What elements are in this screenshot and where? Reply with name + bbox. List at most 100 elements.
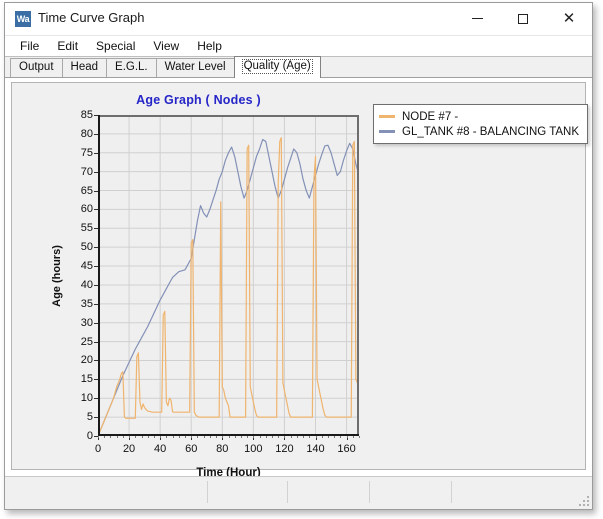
plot-right-border bbox=[357, 115, 359, 436]
minimize-button[interactable] bbox=[454, 3, 500, 34]
tab-egl-label: E.G.L. bbox=[115, 61, 148, 73]
menu-item-view[interactable]: View bbox=[144, 38, 188, 54]
y-tick-label: 55 bbox=[80, 222, 93, 235]
x-minor-tick bbox=[240, 436, 242, 438]
menu-item-file[interactable]: File bbox=[11, 38, 48, 54]
x-minor-tick bbox=[172, 436, 174, 438]
menu-item-special[interactable]: Special bbox=[87, 38, 144, 54]
menu-item-edit[interactable]: Edit bbox=[48, 38, 87, 54]
y-tick-label: 45 bbox=[80, 260, 93, 273]
minimize-icon bbox=[471, 18, 483, 19]
x-minor-tick bbox=[147, 436, 149, 438]
maximize-icon bbox=[518, 13, 528, 24]
x-minor-tick bbox=[166, 436, 168, 438]
y-tick-label: 50 bbox=[80, 241, 93, 254]
plot-bottom-axis bbox=[98, 434, 359, 436]
x-minor-tick bbox=[197, 436, 199, 438]
y-axis-label: Age (hours) bbox=[50, 245, 63, 307]
y-tick-label: 5 bbox=[86, 411, 93, 424]
x-minor-tick bbox=[303, 436, 305, 438]
x-tick-label: 60 bbox=[185, 443, 198, 455]
x-tick-label: 20 bbox=[122, 443, 136, 455]
tab-quality-age-label: Quality (Age) bbox=[241, 59, 313, 74]
x-minor-tick bbox=[321, 436, 323, 438]
y-tick-label: 0 bbox=[86, 430, 93, 442]
x-minor-tick bbox=[141, 436, 143, 438]
x-minor-tick bbox=[265, 436, 267, 438]
x-tick-label: 140 bbox=[306, 443, 325, 455]
y-tick-label: 25 bbox=[80, 335, 93, 348]
x-minor-tick bbox=[104, 436, 106, 438]
status-bar bbox=[5, 476, 592, 509]
legend-label-node7: NODE #7 - bbox=[402, 110, 459, 123]
y-tick-label: 30 bbox=[80, 316, 93, 329]
x-minor-tick bbox=[191, 436, 193, 438]
x-minor-tick bbox=[352, 436, 354, 438]
x-minor-tick bbox=[153, 436, 155, 438]
x-minor-tick bbox=[340, 436, 342, 438]
y-tick-label: 40 bbox=[80, 278, 93, 291]
x-minor-tick bbox=[209, 436, 211, 438]
y-tick-label: 85 bbox=[80, 109, 93, 121]
y-tick-label: 80 bbox=[80, 127, 93, 140]
legend-item-node7: NODE #7 - bbox=[379, 109, 579, 124]
tab-head-label: Head bbox=[70, 61, 99, 73]
tab-head[interactable]: Head bbox=[61, 58, 108, 77]
tab-water-level-label: Water Level bbox=[164, 61, 226, 73]
chart-title-text: Age Graph ( Nodes ) bbox=[136, 93, 261, 107]
legend-label-gl-tank8: GL_TANK #8 - BALANCING TANK bbox=[402, 125, 580, 138]
x-minor-tick bbox=[359, 436, 360, 438]
x-minor-tick bbox=[284, 436, 286, 438]
legend-swatch-node7 bbox=[379, 115, 395, 118]
title-bar: Wa Time Curve Graph ✕ bbox=[5, 3, 592, 36]
status-cell-2 bbox=[208, 481, 288, 503]
x-minor-tick bbox=[309, 436, 311, 438]
chart-legend[interactable]: NODE #7 - GL_TANK #8 - BALANCING TANK bbox=[373, 104, 589, 144]
tab-output-label: Output bbox=[19, 61, 54, 73]
x-minor-tick bbox=[296, 436, 298, 438]
legend-item-gl-tank8: GL_TANK #8 - BALANCING TANK bbox=[379, 124, 579, 139]
x-minor-tick bbox=[203, 436, 205, 438]
tab-egl[interactable]: E.G.L. bbox=[106, 58, 157, 77]
close-button[interactable]: ✕ bbox=[546, 3, 592, 34]
y-tick-label: 15 bbox=[80, 373, 93, 386]
tab-water-level[interactable]: Water Level bbox=[155, 58, 235, 77]
plot-area bbox=[98, 115, 359, 436]
close-icon: ✕ bbox=[562, 10, 576, 27]
x-minor-tick bbox=[247, 436, 249, 438]
x-minor-tick bbox=[272, 436, 273, 438]
menu-item-help[interactable]: Help bbox=[188, 38, 231, 54]
y-tick-label: 65 bbox=[80, 184, 93, 197]
x-tick-label: 80 bbox=[216, 443, 229, 455]
x-minor-tick bbox=[234, 436, 236, 438]
plot-top-border bbox=[98, 115, 359, 117]
x-minor-tick bbox=[228, 436, 230, 438]
x-minor-tick bbox=[160, 436, 162, 438]
y-tick-label: 75 bbox=[80, 146, 93, 159]
x-minor-tick bbox=[116, 436, 118, 438]
x-minor-tick bbox=[185, 436, 186, 438]
tab-output[interactable]: Output bbox=[10, 58, 63, 77]
app-icon: Wa bbox=[15, 11, 31, 27]
x-minor-tick bbox=[98, 436, 99, 438]
client-area: Age Graph ( Nodes ) Age (hours) Time (Ho… bbox=[5, 78, 592, 479]
chart-svg bbox=[98, 115, 359, 436]
x-minor-tick bbox=[129, 436, 131, 438]
x-tick-label: 120 bbox=[275, 443, 294, 455]
status-cell-5 bbox=[452, 481, 592, 503]
menu-bar: File Edit Special View Help bbox=[5, 36, 592, 57]
x-tick-label: 100 bbox=[244, 443, 263, 455]
x-minor-tick bbox=[216, 436, 218, 438]
tab-quality-age[interactable]: Quality (Age) bbox=[233, 56, 321, 78]
resize-grip[interactable] bbox=[577, 494, 589, 506]
x-minor-tick bbox=[222, 436, 224, 438]
maximize-button[interactable] bbox=[500, 3, 546, 34]
x-minor-tick bbox=[135, 436, 137, 438]
x-minor-tick bbox=[278, 436, 280, 438]
x-minor-tick bbox=[253, 436, 255, 438]
y-tick-label: 70 bbox=[80, 165, 93, 178]
tab-strip: Output Head E.G.L. Water Level Quality (… bbox=[5, 56, 592, 78]
x-minor-tick bbox=[290, 436, 292, 438]
x-tick-label: 160 bbox=[337, 443, 356, 455]
y-tick-label: 35 bbox=[80, 297, 93, 310]
